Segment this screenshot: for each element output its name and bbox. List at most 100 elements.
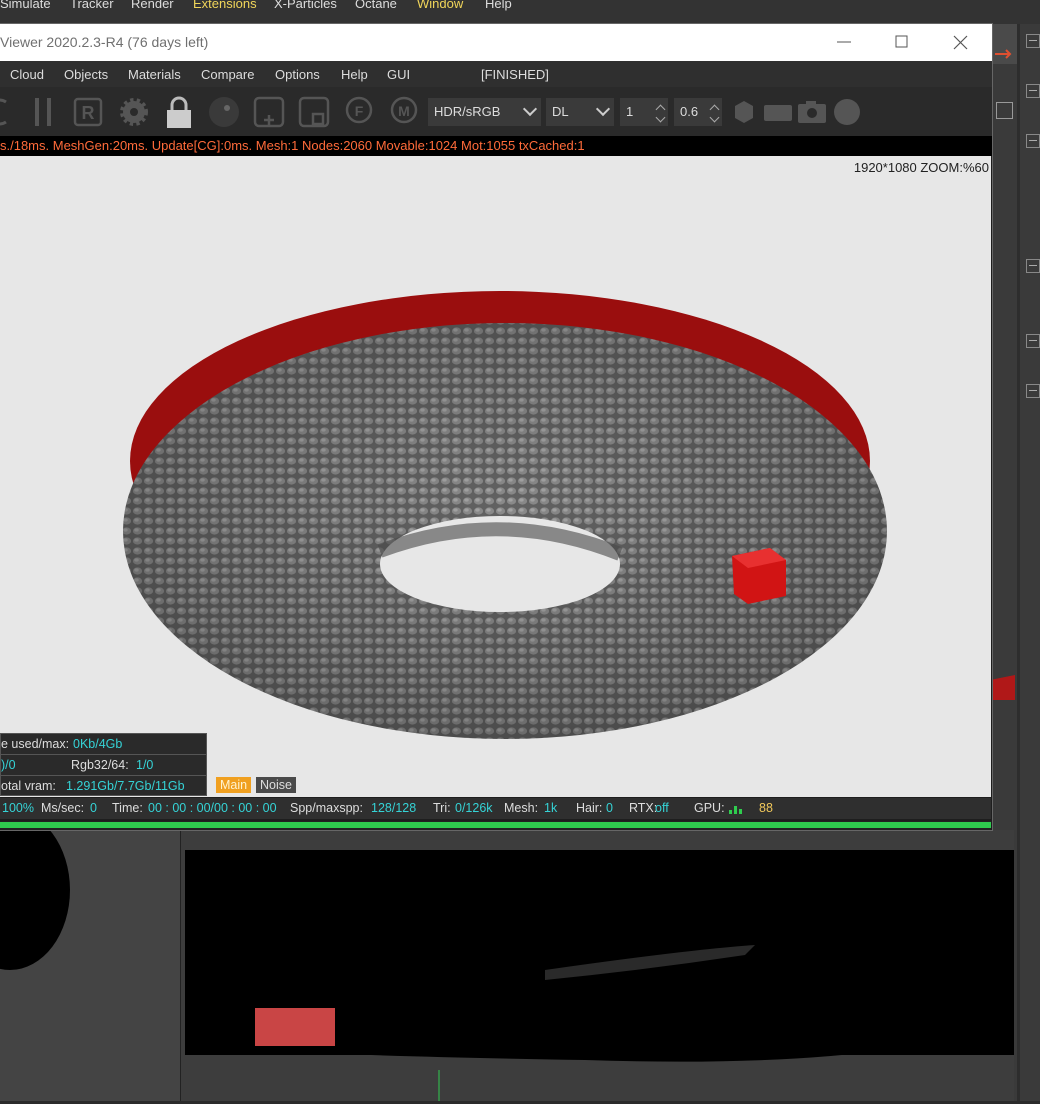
minimize-button[interactable] — [814, 24, 872, 61]
tonemap-value: HDR/sRGB — [434, 104, 501, 119]
maximize-button[interactable] — [872, 24, 930, 61]
viewer-menubar: Cloud Objects Materials Compare Options … — [0, 61, 992, 87]
tab-main[interactable]: Main — [216, 777, 252, 793]
focus-pin-icon[interactable]: F — [343, 96, 375, 128]
mesh-value: 1k — [544, 801, 558, 815]
c4d-left-viewport[interactable] — [0, 810, 181, 1101]
menu-help[interactable]: Help — [341, 67, 368, 82]
close-button[interactable] — [930, 24, 988, 61]
menu-objects[interactable]: Objects — [64, 67, 108, 82]
render-progress-bar — [0, 821, 991, 830]
vram-value: 1.291Gb/7.7Gb/11Gb — [66, 779, 185, 793]
value-spinner-2[interactable]: 0.6 — [673, 97, 723, 127]
torus-render-image — [123, 291, 887, 739]
menu-cloud[interactable]: Cloud — [10, 67, 44, 82]
c4d-menu-tracker[interactable]: Tracker — [70, 0, 114, 11]
svg-text:R: R — [82, 103, 95, 123]
viewer-toolbar: R F M HDR/sRGB DL 1 0.6 — [0, 87, 992, 136]
octane-viewer-window: Viewer 2020.2.3-R4 (76 days left) Cloud … — [0, 24, 992, 830]
spin-down-icon[interactable] — [709, 112, 720, 123]
arrow-icon — [995, 49, 1012, 59]
spp-label: Spp/maxspp: — [290, 801, 363, 815]
tab-noise[interactable]: Noise — [256, 777, 296, 793]
add-region-icon[interactable] — [253, 96, 285, 128]
c4d-menu-window[interactable]: Window — [417, 0, 463, 11]
menu-gui[interactable]: GUI — [387, 67, 410, 82]
render-status: [FINISHED] — [481, 67, 549, 82]
rgb-value: 1/0 — [136, 758, 154, 772]
c4d-menu-help[interactable]: Help — [485, 0, 512, 11]
c4d-menu-xparticles[interactable]: X-Particles — [274, 0, 337, 11]
menu-options[interactable]: Options — [275, 67, 320, 82]
tonemap-select[interactable]: HDR/sRGB — [427, 97, 542, 127]
pause-icon[interactable] — [28, 96, 60, 128]
c4d-menu-render[interactable]: Render — [131, 0, 174, 11]
tri-label: Tri: — [433, 801, 451, 815]
time-label: Time: — [112, 801, 143, 815]
hamburger-icon[interactable] — [1026, 34, 1040, 48]
progress-percent: 100% — [2, 801, 34, 815]
vram-label: otal vram: — [1, 779, 56, 793]
torus-viewport-main — [185, 850, 1014, 1101]
kernel-value: DL — [552, 104, 569, 119]
time-value: 00 : 00 : 00/00 : 00 : 00 — [148, 801, 277, 815]
render-view[interactable]: 1920*1080 ZOOM:%60 e used/max: 0Kb/4Gb )… — [0, 156, 991, 797]
camera-icon[interactable] — [796, 96, 828, 128]
kernel-select[interactable]: DL — [545, 97, 615, 127]
svg-text:M: M — [398, 103, 410, 119]
mesh-label: Mesh: — [504, 801, 539, 815]
settings-icon[interactable] — [118, 96, 150, 128]
region-icon[interactable] — [298, 96, 330, 128]
spinner-1-value: 1 — [626, 104, 634, 119]
lock-icon[interactable] — [163, 96, 195, 128]
c4d-menu-extensions[interactable]: Extensions — [193, 0, 257, 11]
hexagon-icon[interactable] — [728, 96, 760, 128]
render-stats-bar: 100% Ms/sec: 0 Time: 00 : 00 : 00/00 : 0… — [0, 798, 991, 819]
film-icon[interactable] — [762, 96, 794, 128]
menu-materials[interactable]: Materials — [128, 67, 181, 82]
resolution-zoom-label: 1920*1080 ZOOM:%60 — [853, 160, 989, 175]
chevron-down-icon — [522, 101, 538, 117]
sphere-icon[interactable] — [208, 96, 240, 128]
r-button-icon[interactable]: R — [72, 96, 104, 128]
spin-down-icon[interactable] — [655, 112, 666, 123]
collapse-icon[interactable] — [1026, 134, 1040, 148]
window-title: Viewer 2020.2.3-R4 (76 days left) — [0, 34, 209, 50]
ball-icon[interactable] — [831, 96, 863, 128]
hair-label: Hair: — [576, 801, 603, 815]
status-line-text: s./18ms. MeshGen:20ms. Update[CG]:0ms. M… — [0, 138, 585, 153]
ms-value: 0 — [90, 801, 97, 815]
c4d-menubar: Simulate Tracker Render Extensions X-Par… — [0, 0, 1040, 24]
rtx-label: RTX: — [629, 801, 658, 815]
torus-edge-red — [990, 675, 1015, 700]
c4d-menu-simulate[interactable]: Simulate — [0, 0, 51, 11]
ms-label: Ms/sec: — [41, 801, 85, 815]
maximize-icon — [895, 35, 908, 48]
close-icon — [953, 35, 968, 50]
c4d-viewport[interactable] — [0, 675, 1015, 1101]
row2-left-value: )/0 — [1, 758, 16, 772]
svg-text:F: F — [355, 103, 364, 119]
hair-value: 0 — [606, 801, 613, 815]
layout-icon[interactable] — [996, 102, 1013, 119]
spp-value: 128/128 — [371, 801, 417, 815]
title-bar[interactable]: Viewer 2020.2.3-R4 (76 days left) — [0, 24, 992, 61]
menu-compare[interactable]: Compare — [201, 67, 254, 82]
c4d-menu-octane[interactable]: Octane — [355, 0, 397, 11]
collapse-icon[interactable] — [1026, 84, 1040, 98]
expand-icon[interactable] — [1026, 259, 1040, 273]
rgb-label: Rgb32/64: — [71, 758, 129, 772]
panel-divider — [1017, 24, 1020, 1101]
expand-icon[interactable] — [1026, 334, 1040, 348]
gpu-value: 88 — [759, 801, 773, 815]
memory-used-row: e used/max: 0Kb/4Gb — [0, 733, 207, 754]
value-spinner-1[interactable]: 1 — [619, 97, 669, 127]
spinner-2-value: 0.6 — [680, 104, 699, 119]
material-pin-icon[interactable]: M — [388, 96, 420, 128]
rtx-value: off — [655, 801, 669, 815]
tri-value: 0/126k — [455, 801, 493, 815]
chevron-down-icon — [595, 101, 611, 117]
expand-icon[interactable] — [1026, 384, 1040, 398]
refresh-icon[interactable] — [0, 96, 16, 128]
gpu-usage-icon — [729, 803, 745, 817]
